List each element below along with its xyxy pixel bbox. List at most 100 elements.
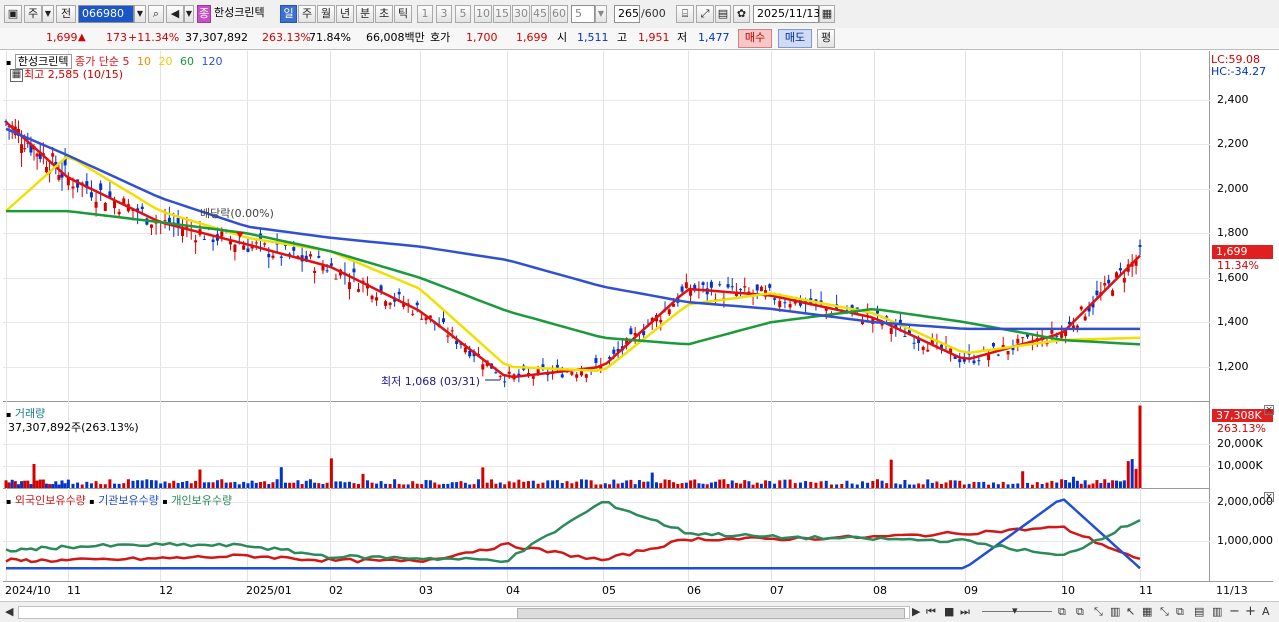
scrollbar-track[interactable] bbox=[18, 606, 910, 619]
sell-button[interactable]: 매도 bbox=[778, 29, 812, 48]
high-label: 고 bbox=[617, 31, 628, 44]
grid-line bbox=[3, 466, 1210, 467]
x-tick-label: 12 bbox=[159, 584, 173, 597]
eval-button[interactable]: 평 bbox=[817, 29, 835, 48]
individual-holdings-label: 개인보유수량 bbox=[171, 494, 233, 507]
rewind-icon[interactable]: ⏮ bbox=[926, 605, 936, 619]
speaker-dropdown-icon[interactable]: ▼ bbox=[184, 5, 194, 23]
tab-second[interactable]: 초 bbox=[375, 5, 393, 23]
x-axis-line bbox=[3, 581, 1273, 582]
volume-value: 37,307,892 bbox=[185, 31, 248, 44]
panel-menu-icon[interactable]: ▪ bbox=[162, 497, 167, 506]
zoom-slider-handle[interactable]: ▾ bbox=[1012, 604, 1018, 618]
buy-button[interactable]: 매수 bbox=[738, 29, 772, 48]
high-price: 1,951 bbox=[638, 31, 670, 44]
volume-tick-label: 20,000K bbox=[1217, 437, 1263, 450]
minute-45-button[interactable]: 45 bbox=[531, 5, 549, 23]
calendar-icon[interactable]: ▦ bbox=[819, 5, 835, 23]
save-icon[interactable]: ▤ bbox=[715, 5, 731, 23]
zoom-in-icon[interactable]: + bbox=[1245, 605, 1256, 619]
all-market-button[interactable]: 전 bbox=[56, 5, 76, 23]
tab-day[interactable]: 일 bbox=[280, 5, 297, 23]
minute-60-button[interactable]: 60 bbox=[550, 5, 568, 23]
copy-icon[interactable]: ⧉ bbox=[1058, 605, 1066, 619]
minute-30-button[interactable]: 30 bbox=[512, 5, 530, 23]
volume-tick-label: 10,000K bbox=[1217, 459, 1263, 472]
current-price-tag: 1,699 bbox=[1212, 245, 1273, 259]
close-icon[interactable]: × bbox=[1264, 492, 1274, 502]
tab-week[interactable]: 주 bbox=[298, 5, 316, 23]
minute-dropdown-icon[interactable]: ▼ bbox=[595, 5, 607, 23]
x-tick-label: 08 bbox=[873, 584, 887, 597]
cursor-icon[interactable]: ↖ bbox=[1126, 605, 1135, 619]
period-select[interactable]: 주 bbox=[24, 5, 42, 23]
all-market-label: 전 bbox=[60, 7, 72, 20]
tab-year[interactable]: 년 bbox=[336, 5, 354, 23]
x-tick-label: 10 bbox=[1061, 584, 1075, 597]
calendar-icon[interactable]: ▦ bbox=[10, 69, 23, 82]
minute-3-button[interactable]: 3 bbox=[436, 5, 452, 23]
price-tick-label: 2,200 bbox=[1217, 137, 1249, 150]
minute-15-button[interactable]: 15 bbox=[493, 5, 511, 23]
low-label: 저 bbox=[677, 31, 688, 44]
tab-minute[interactable]: 분 bbox=[356, 5, 374, 23]
grid-line bbox=[3, 144, 1210, 145]
minute-5-button[interactable]: 5 bbox=[455, 5, 471, 23]
volume-pct-tag: 263.13% bbox=[1217, 422, 1266, 435]
stock-code-input[interactable]: 066980 bbox=[78, 5, 134, 23]
chart-tool-icon[interactable]: ⤢ bbox=[696, 5, 714, 23]
grid-line bbox=[3, 100, 1210, 101]
price-tick-label: 1,600 bbox=[1217, 271, 1249, 284]
minute-select[interactable]: 5 bbox=[571, 5, 595, 23]
x-axis-right-label: 11/13 bbox=[1216, 584, 1248, 597]
trade-amount: 66,008백만 bbox=[366, 31, 425, 44]
x-tick-label: 05 bbox=[602, 584, 616, 597]
tab-month[interactable]: 월 bbox=[317, 5, 335, 23]
search-icon[interactable]: ⌕ bbox=[148, 5, 164, 23]
chart-bar-icon[interactable]: ▥ bbox=[1110, 605, 1120, 619]
copy-icon[interactable]: ⧉ bbox=[1176, 605, 1184, 619]
panel-menu-icon[interactable]: ▪ bbox=[89, 497, 94, 506]
zoom-out-icon[interactable]: − bbox=[1229, 605, 1240, 619]
candle-icon[interactable]: ⌸ bbox=[676, 5, 694, 23]
count-input[interactable]: 265 bbox=[614, 5, 640, 23]
save-icon[interactable]: ▤ bbox=[1194, 605, 1204, 619]
panel-menu-icon[interactable]: ▪ bbox=[6, 58, 11, 67]
minute-1-button[interactable]: 1 bbox=[417, 5, 433, 23]
copy-icon[interactable]: ⧉ bbox=[1076, 605, 1084, 619]
chevron-down-icon[interactable]: ▼ bbox=[42, 5, 54, 23]
code-dropdown-icon[interactable]: ▼ bbox=[134, 5, 146, 23]
chart-bar-icon[interactable]: ▥ bbox=[1212, 605, 1222, 619]
up-arrow-icon: ▲ bbox=[78, 32, 86, 43]
layout-icon[interactable]: ▣ bbox=[4, 5, 22, 23]
stop-icon[interactable]: ■ bbox=[944, 605, 954, 619]
date-input[interactable]: 2025/11/13 bbox=[753, 5, 820, 23]
minute-10-button[interactable]: 10 bbox=[474, 5, 492, 23]
hc-label: HC:-34.27 bbox=[1211, 65, 1267, 78]
x-tick-label: 03 bbox=[419, 584, 433, 597]
grid-line bbox=[3, 189, 1210, 190]
forward-icon[interactable]: ⏭ bbox=[960, 605, 970, 619]
x-tick-label: 2025/01 bbox=[246, 584, 292, 597]
open-price: 1,511 bbox=[577, 31, 609, 44]
chart-line-icon[interactable]: ⤡ bbox=[1160, 605, 1169, 619]
scrollbar-thumb[interactable] bbox=[517, 608, 905, 619]
font-size-icon[interactable]: A bbox=[1262, 605, 1270, 619]
panel-menu-icon[interactable]: ▪ bbox=[6, 410, 11, 419]
gear-icon[interactable]: ✿ bbox=[733, 5, 750, 23]
chart-line-icon[interactable]: ⤡ bbox=[1094, 605, 1103, 619]
price-tick-label: 1,200 bbox=[1217, 360, 1249, 373]
volume-panel bbox=[3, 404, 1210, 489]
price-tick-label: 1,800 bbox=[1217, 226, 1249, 239]
scroll-right-icon[interactable]: ▶ bbox=[912, 605, 920, 619]
holdings-tick-label: 1,000,000 bbox=[1217, 534, 1273, 547]
close-icon[interactable]: × bbox=[1264, 405, 1274, 415]
grid-icon[interactable]: ▦ bbox=[1142, 605, 1152, 619]
price-panel bbox=[3, 51, 1210, 402]
speaker-icon[interactable]: ◀ bbox=[166, 5, 184, 23]
tab-tick[interactable]: 틱 bbox=[394, 5, 412, 23]
panel-menu-icon[interactable]: ▪ bbox=[6, 497, 11, 506]
scroll-left-icon[interactable]: ◀ bbox=[5, 605, 13, 619]
dividend-annotation: 배당락(0.00%) bbox=[200, 207, 274, 220]
volume-ratio: 263.13% bbox=[262, 31, 311, 44]
